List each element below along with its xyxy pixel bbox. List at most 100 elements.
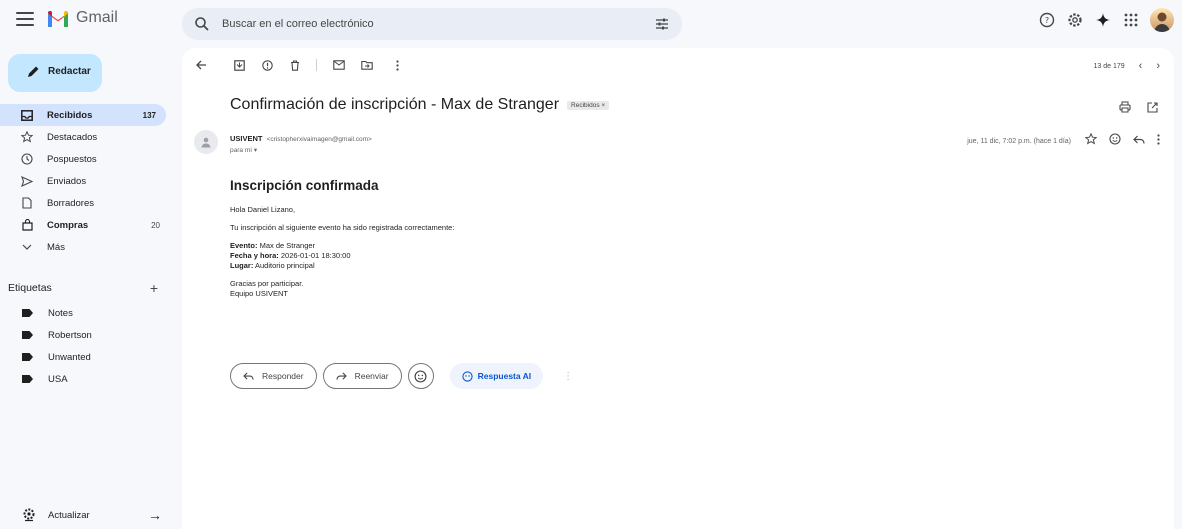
- reply-icon[interactable]: [1133, 132, 1145, 150]
- sender-avatar[interactable]: [194, 130, 218, 154]
- body-thanks: Gracias por participar.: [230, 279, 304, 288]
- event-label: Evento:: [230, 241, 258, 250]
- label-item-unwanted[interactable]: Unwanted: [0, 346, 92, 368]
- prev-page-icon[interactable]: ‹: [1139, 60, 1143, 72]
- sidebar-item-compras[interactable]: Compras 20: [0, 214, 170, 236]
- arrow-right-icon[interactable]: →: [148, 507, 162, 523]
- body-greeting: Hola Daniel Lizano,: [230, 205, 296, 214]
- datetime-line: Fecha y hora: 2026-01-01 18:30:00: [230, 251, 930, 261]
- labels-header: Etiquetas +: [8, 280, 158, 296]
- sidebar-item-destacados[interactable]: Destacados: [0, 126, 170, 148]
- ai-sparkle-icon: [461, 370, 473, 382]
- sidebar-item-label: Compras: [47, 219, 89, 231]
- place-line: Lugar: Auditorio principal: [230, 261, 930, 271]
- search-bar[interactable]: [182, 8, 682, 40]
- more-actions-icon[interactable]: ⋮: [563, 371, 573, 382]
- sidebar-item-label: Destacados: [47, 131, 98, 143]
- label-name: USA: [48, 373, 68, 385]
- sidebar-item-label: Más: [47, 241, 65, 253]
- main-menu-icon[interactable]: [16, 12, 34, 28]
- sidebar-item-label: Enviados: [47, 175, 87, 187]
- delete-trash-icon[interactable]: [288, 58, 302, 72]
- compose-button[interactable]: Redactar: [8, 54, 102, 92]
- archive-icon[interactable]: [232, 58, 246, 72]
- report-spam-icon[interactable]: [260, 58, 274, 72]
- reply-label: Responder: [262, 371, 304, 381]
- forward-icon: [336, 372, 347, 381]
- chevron-down-icon: [20, 240, 34, 254]
- account-toolbar: ?: [1038, 8, 1174, 32]
- subject-row: Confirmación de inscripción - Max de Str…: [230, 96, 610, 114]
- subject-actions: [1119, 100, 1158, 118]
- back-arrow-icon[interactable]: [194, 58, 208, 72]
- add-label-icon[interactable]: +: [150, 280, 158, 296]
- star-icon[interactable]: [1084, 132, 1098, 150]
- pager-text: 13 de 179: [1093, 62, 1125, 70]
- print-icon[interactable]: [1119, 100, 1131, 118]
- place-value: Auditorio principal: [253, 261, 315, 270]
- search-options-icon[interactable]: [654, 16, 670, 32]
- gmail-logo[interactable]: Gmail: [46, 9, 118, 27]
- move-to-folder-icon[interactable]: [360, 58, 374, 72]
- sidebar-nav: Recibidos 137 Destacados Pospuestos Envi…: [0, 104, 170, 258]
- sidebar-item-pospuestos[interactable]: Pospuestos: [0, 148, 170, 170]
- svg-text:?: ?: [1045, 16, 1049, 25]
- message-meta: jue, 11 dic, 7:02 p.m. (hace 1 día): [967, 132, 1160, 150]
- sender-email: <cristopherxivaimagen@gmail.com>: [266, 136, 372, 143]
- next-page-icon[interactable]: ›: [1156, 60, 1160, 72]
- sidebar-item-borradores[interactable]: Borradores: [0, 192, 170, 214]
- event-value: Max de Stranger: [257, 241, 316, 250]
- more-vertical-icon[interactable]: [1157, 132, 1160, 150]
- more-vertical-icon[interactable]: [390, 58, 404, 72]
- open-new-window-icon[interactable]: [1147, 100, 1158, 118]
- clock-icon: [20, 152, 34, 166]
- sidebar-item-label: Pospuestos: [47, 153, 97, 165]
- email-subject: Confirmación de inscripción - Max de Str…: [230, 96, 560, 113]
- email-body: Inscripción confirmada Hola Daniel Lizan…: [230, 178, 930, 307]
- reply-button[interactable]: Responder: [230, 363, 317, 389]
- mark-unread-icon[interactable]: [332, 58, 346, 72]
- emoji-react-button[interactable]: [407, 363, 434, 389]
- sidebar-item-mas[interactable]: Más: [0, 236, 170, 258]
- label-item-usa[interactable]: USA: [0, 368, 92, 390]
- send-icon: [20, 174, 34, 188]
- account-avatar[interactable]: [1150, 8, 1174, 32]
- search-input[interactable]: [222, 14, 622, 34]
- ai-reply-button[interactable]: Respuesta AI: [449, 363, 544, 389]
- draft-icon: [20, 196, 34, 210]
- help-icon[interactable]: ?: [1038, 11, 1056, 29]
- label-item-notes[interactable]: Notes: [0, 302, 92, 324]
- update-label: Actualizar: [48, 509, 90, 521]
- sidebar-item-label: Borradores: [47, 197, 94, 209]
- unread-count: 137: [142, 110, 156, 120]
- recipient-toggle[interactable]: para mí ▾: [230, 146, 257, 154]
- emoji-icon: [414, 369, 427, 383]
- forward-label: Reenviar: [354, 371, 389, 381]
- app-name: Gmail: [76, 9, 118, 26]
- label-item-robertson[interactable]: Robertson: [0, 324, 92, 346]
- apps-grid-icon[interactable]: [1122, 11, 1140, 29]
- sidebar-item-enviados[interactable]: Enviados: [0, 170, 170, 192]
- sidebar-item-recibidos[interactable]: Recibidos 137: [0, 104, 166, 126]
- label-name: Unwanted: [48, 351, 91, 363]
- message-toolbar: 13 de 179 ‹ ›: [182, 48, 1174, 82]
- sender-name[interactable]: USIVENT: [230, 134, 263, 143]
- compose-label: Redactar: [48, 66, 91, 77]
- place-label: Lugar:: [230, 261, 254, 270]
- settings-gear-icon[interactable]: [1066, 11, 1084, 29]
- pagination: 13 de 179 ‹ ›: [1094, 60, 1161, 72]
- body-heading: Inscripción confirmada: [230, 178, 379, 193]
- emoji-reaction-icon[interactable]: [1109, 132, 1121, 150]
- datetime-value: 2026-01-01 18:30:00: [278, 251, 351, 260]
- gemini-sparkle-icon[interactable]: [1094, 11, 1112, 29]
- update-banner[interactable]: Actualizar →: [22, 507, 162, 523]
- forward-button[interactable]: Reenviar: [322, 363, 402, 389]
- label-tag-icon: [22, 375, 33, 383]
- sidebar-item-label: Recibidos: [47, 109, 93, 121]
- event-line: Evento: Max de Stranger: [230, 241, 930, 251]
- search-icon[interactable]: [194, 16, 210, 32]
- top-bar: Gmail ?: [0, 0, 1182, 44]
- label-tag-icon: [22, 353, 33, 361]
- inbox-icon: [20, 108, 34, 122]
- inbox-label-chip[interactable]: Recibidos ×: [567, 100, 610, 110]
